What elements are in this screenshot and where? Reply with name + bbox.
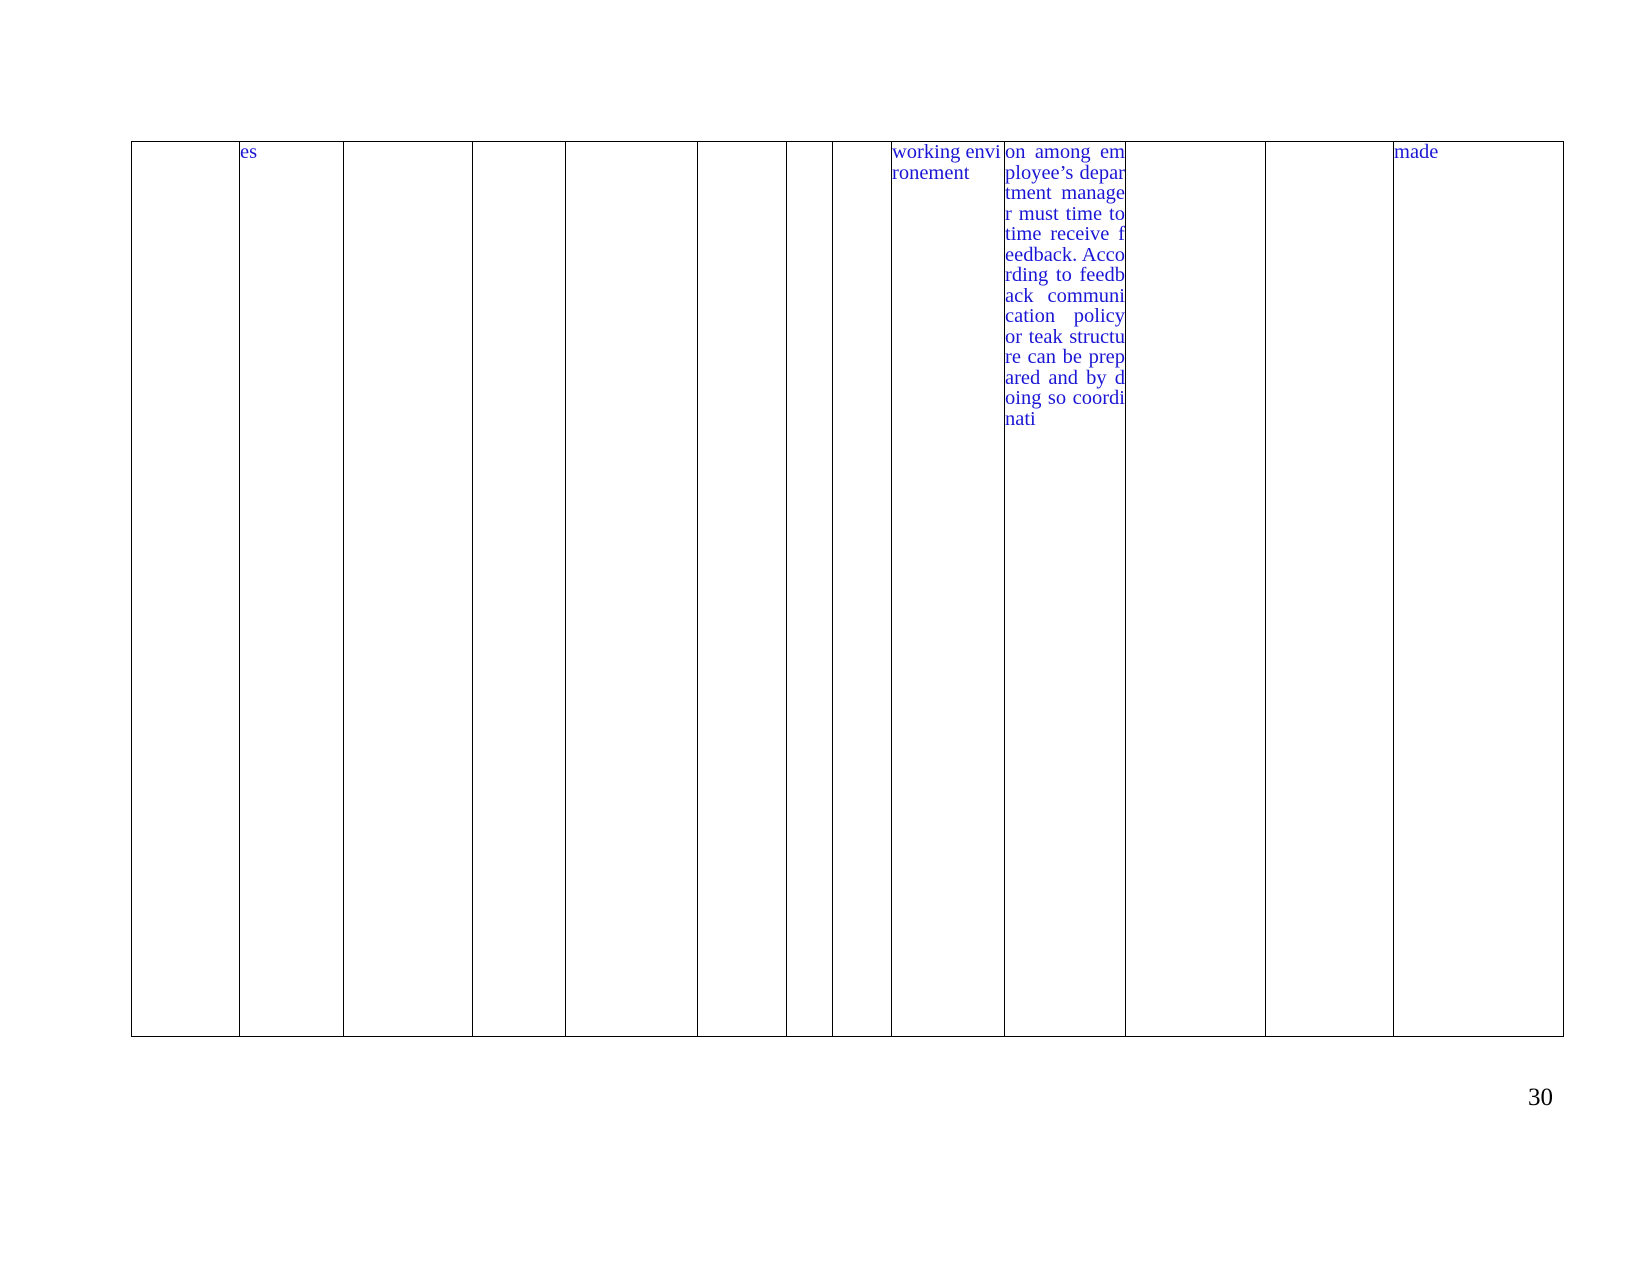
table-cell-working-environment: working environement — [891, 141, 1005, 1037]
table-cell-feedback-narrative: on among employee’s department manager m… — [1004, 141, 1126, 1037]
table-cell-4 — [565, 141, 698, 1037]
table-cell-5 — [697, 141, 787, 1037]
continuation-table: es working environement on among employe… — [131, 141, 1564, 1037]
table-cell-0 — [131, 141, 240, 1037]
page-number: 30 — [1528, 1084, 1553, 1111]
table-cell-11 — [1265, 141, 1394, 1037]
document-page: es working environement on among employe… — [0, 0, 1651, 1275]
table-cell-2 — [343, 141, 473, 1037]
table-cell-7 — [832, 141, 892, 1037]
table-row: es working environement on among employe… — [131, 141, 1564, 1037]
table-cell-3 — [472, 141, 566, 1037]
table-cell-10 — [1125, 141, 1266, 1037]
table-cell-6 — [786, 141, 833, 1037]
table-cell-made: made — [1393, 141, 1564, 1037]
narrative-text: on among employee’s department manager m… — [1005, 141, 1125, 430]
table-cell-1: es — [239, 141, 344, 1037]
